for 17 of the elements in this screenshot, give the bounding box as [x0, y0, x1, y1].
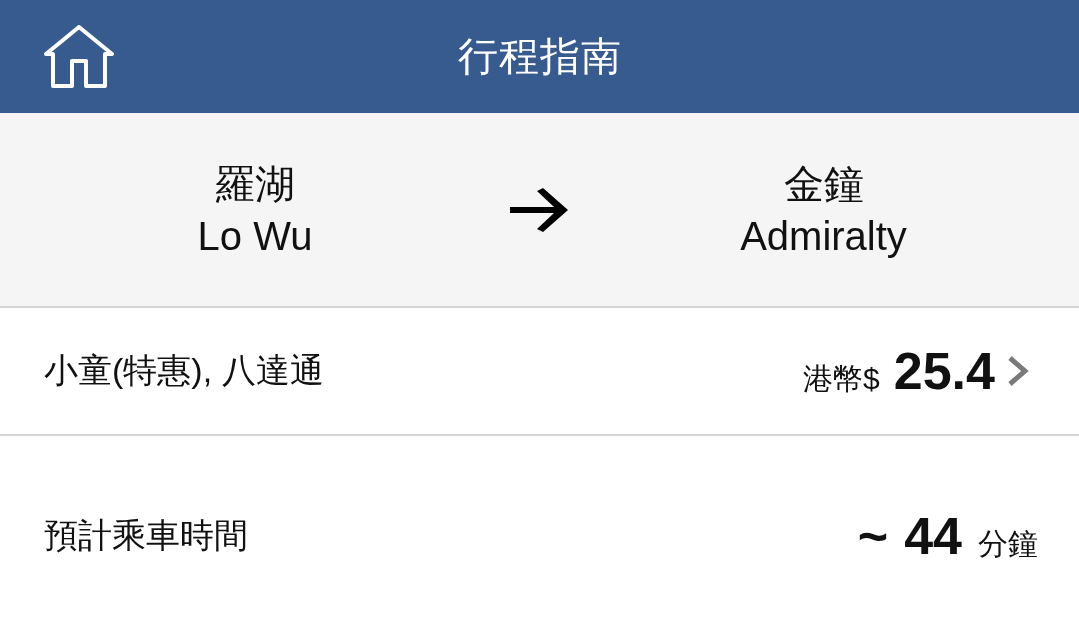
journey-time-value: 44 [904, 506, 962, 566]
destination-station-chinese: 金鐘 [783, 160, 864, 207]
right-arrow-icon [510, 187, 568, 232]
origin-station-chinese: 羅湖 [215, 160, 295, 207]
origin-station-english: Lo Wu [197, 212, 313, 259]
home-button[interactable] [44, 24, 114, 89]
fare-amount: 25.4 [893, 341, 995, 401]
page-title: 行程指南 [456, 33, 623, 80]
home-icon [44, 24, 114, 89]
currency-label: 港幣$ [803, 361, 880, 397]
approx-symbol: ~ [857, 506, 889, 566]
destination-station-english: Admiralty [740, 212, 907, 259]
minutes-unit: 分鐘 [978, 526, 1038, 562]
journey-time-label: 預計乘車時間 [44, 515, 248, 556]
chevron-right-icon [1007, 355, 1029, 387]
fare-link[interactable]: 港幣$ 25.4 [803, 341, 1029, 401]
fare-type-label: 小童(特惠), 八達通 [44, 350, 324, 391]
